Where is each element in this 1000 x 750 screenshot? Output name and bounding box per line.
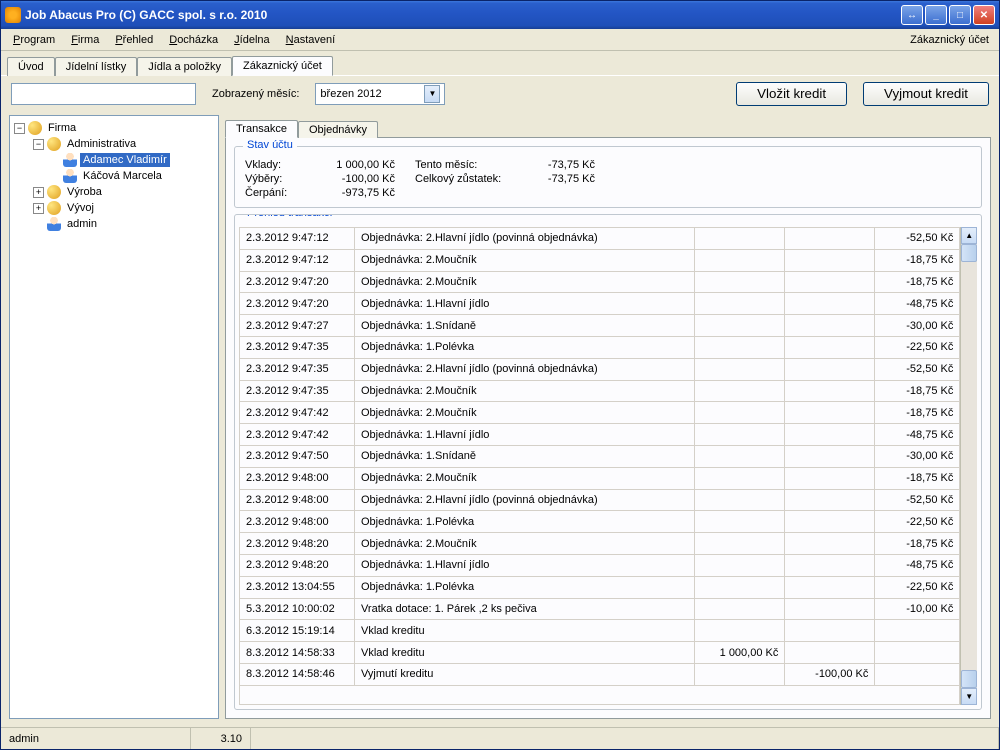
tree-toggle <box>33 219 44 230</box>
tree-item[interactable]: admin <box>64 217 100 231</box>
stat-value: 1 000,00 Kč <box>305 159 415 171</box>
table-row[interactable]: 5.3.2012 10:00:02Vratka dotace: 1. Párek… <box>240 598 960 620</box>
close-button[interactable]: ✕ <box>973 5 995 25</box>
menubar: ProgramFirmaPřehledDocházkaJídelnaNastav… <box>1 29 999 51</box>
tree-item[interactable]: Adamec Vladimír <box>80 153 170 167</box>
tab-úvod[interactable]: Úvod <box>7 57 55 76</box>
tree-toggle[interactable]: − <box>33 139 44 150</box>
tree-toggle[interactable]: − <box>14 123 25 134</box>
tree-item[interactable]: Vývoj <box>64 201 97 215</box>
maximize-button[interactable]: □ <box>949 5 971 25</box>
vertical-scrollbar[interactable]: ▲ ▼ <box>960 227 977 705</box>
tree-toggle <box>49 171 60 182</box>
table-row[interactable]: 2.3.2012 13:04:55Objednávka: 1.Polévka-2… <box>240 576 960 598</box>
group-icon <box>28 121 42 135</box>
search-input[interactable] <box>11 83 196 105</box>
transactions-table[interactable]: 2.3.2012 9:47:12Objednávka: 2.Hlavní jíd… <box>239 227 960 705</box>
table-row[interactable]: 2.3.2012 9:48:00Objednávka: 1.Polévka-22… <box>240 511 960 533</box>
table-row[interactable]: 8.3.2012 14:58:33Vklad kreditu1 000,00 K… <box>240 642 960 664</box>
stat-value: -100,00 Kč <box>305 173 415 185</box>
table-row[interactable]: 2.3.2012 9:47:35Objednávka: 1.Polévka-22… <box>240 336 960 358</box>
main-tabbar: ÚvodJídelní lístkyJídla a položkyZákazni… <box>1 51 999 75</box>
tree-toggle[interactable]: + <box>33 203 44 214</box>
menu-nastavení[interactable]: Nastavení <box>278 32 344 48</box>
transactions-title: Přehled transakcí <box>243 214 337 219</box>
stat-label: Celkový zůstatek: <box>415 173 535 185</box>
table-row[interactable]: 2.3.2012 9:48:00Objednávka: 2.Moučník-18… <box>240 467 960 489</box>
table-row[interactable]: 8.3.2012 14:58:46Vyjmutí kreditu-100,00 … <box>240 663 960 685</box>
toolbar: Zobrazený měsíc: březen 2012 ▼ Vložit kr… <box>1 75 999 111</box>
table-row[interactable]: 2.3.2012 9:47:12Objednávka: 2.Hlavní jíd… <box>240 228 960 250</box>
app-icon <box>5 7 21 23</box>
tab-zákaznický-účet[interactable]: Zákaznický účet <box>232 56 333 76</box>
tree-panel[interactable]: − Firma − Administrativa Adamec Vladimír Ká… <box>9 115 219 719</box>
table-row[interactable]: 2.3.2012 9:48:20Objednávka: 2.Moučník-18… <box>240 533 960 555</box>
tab-jídelní-lístky[interactable]: Jídelní lístky <box>55 57 138 76</box>
stat-label: Výběry: <box>245 173 305 185</box>
statusbar: admin 3.10 <box>1 727 999 749</box>
table-row[interactable]: 2.3.2012 9:47:20Objednávka: 1.Hlavní jíd… <box>240 293 960 315</box>
scroll-down-icon[interactable]: ▼ <box>961 688 977 705</box>
tree-item[interactable]: Výroba <box>64 185 105 199</box>
menu-jídelna[interactable]: Jídelna <box>226 32 277 48</box>
table-row[interactable]: 2.3.2012 9:47:20Objednávka: 2.Moučník-18… <box>240 271 960 293</box>
tab-jídla-a-položky[interactable]: Jídla a položky <box>137 57 232 76</box>
tree-item[interactable]: Káčová Marcela <box>80 169 165 183</box>
group-icon <box>47 137 61 151</box>
stat-value: -973,75 Kč <box>305 187 415 199</box>
table-row[interactable]: 2.3.2012 9:48:00Objednávka: 2.Hlavní jíd… <box>240 489 960 511</box>
scroll-up-icon[interactable]: ▲ <box>961 227 977 244</box>
withdraw-button[interactable]: Vyjmout kredit <box>863 82 989 106</box>
table-row[interactable]: 2.3.2012 9:47:12Objednávka: 2.Moučník-18… <box>240 249 960 271</box>
tree-toggle[interactable]: + <box>33 187 44 198</box>
month-combo[interactable]: březen 2012 ▼ <box>315 83 445 105</box>
menu-program[interactable]: Program <box>5 32 63 48</box>
month-value: březen 2012 <box>320 88 381 100</box>
minimize-button[interactable]: _ <box>925 5 947 25</box>
person-icon <box>63 169 77 183</box>
table-row[interactable]: 6.3.2012 15:19:14Vklad kreditu <box>240 620 960 642</box>
stat-value: -73,75 Kč <box>535 159 615 171</box>
window-title: Job Abacus Pro (C) GACC spol. s r.o. 201… <box>25 8 901 22</box>
menu-docházka[interactable]: Docházka <box>161 32 226 48</box>
sync-button[interactable]: ↔ <box>901 5 923 25</box>
person-icon <box>47 217 61 231</box>
table-row[interactable]: 2.3.2012 9:47:42Objednávka: 1.Hlavní jíd… <box>240 424 960 446</box>
stat-value <box>535 187 615 199</box>
tree-item[interactable]: Administrativa <box>64 137 139 151</box>
inner-tab-objednávky[interactable]: Objednávky <box>298 121 378 138</box>
month-label: Zobrazený měsíc: <box>212 88 299 100</box>
group-icon <box>47 201 61 215</box>
tree-toggle <box>49 155 60 166</box>
stat-label: Čerpání: <box>245 187 305 199</box>
stat-label <box>415 187 535 199</box>
titlebar: Job Abacus Pro (C) GACC spol. s r.o. 201… <box>1 1 999 29</box>
table-row[interactable]: 2.3.2012 9:47:50Objednávka: 1.Snídaně-30… <box>240 445 960 467</box>
table-row[interactable]: 2.3.2012 9:48:20Objednávka: 1.Hlavní jíd… <box>240 554 960 576</box>
tree-root-label[interactable]: Firma <box>45 121 79 135</box>
menu-firma[interactable]: Firma <box>63 32 107 48</box>
chevron-down-icon: ▼ <box>424 85 440 103</box>
person-icon <box>63 153 77 167</box>
account-state-title: Stav účtu <box>243 139 297 151</box>
status-version: 3.10 <box>191 728 251 749</box>
status-user: admin <box>1 728 191 749</box>
group-icon <box>47 185 61 199</box>
inner-tabs: TransakceObjednávky <box>225 115 991 137</box>
menu-přehled[interactable]: Přehled <box>107 32 161 48</box>
menubar-right-label: Zákaznický účet <box>910 34 995 46</box>
table-row[interactable]: 2.3.2012 9:47:35Objednávka: 2.Moučník-18… <box>240 380 960 402</box>
inner-tab-transakce[interactable]: Transakce <box>225 120 298 138</box>
deposit-button[interactable]: Vložit kredit <box>736 82 847 106</box>
table-row[interactable]: 2.3.2012 9:47:42Objednávka: 2.Moučník-18… <box>240 402 960 424</box>
stat-label: Vklady: <box>245 159 305 171</box>
table-row[interactable]: 2.3.2012 9:47:27Objednávka: 1.Snídaně-30… <box>240 315 960 337</box>
stat-label: Tento měsíc: <box>415 159 535 171</box>
table-row[interactable]: 2.3.2012 9:47:35Objednávka: 2.Hlavní jíd… <box>240 358 960 380</box>
stat-value: -73,75 Kč <box>535 173 615 185</box>
